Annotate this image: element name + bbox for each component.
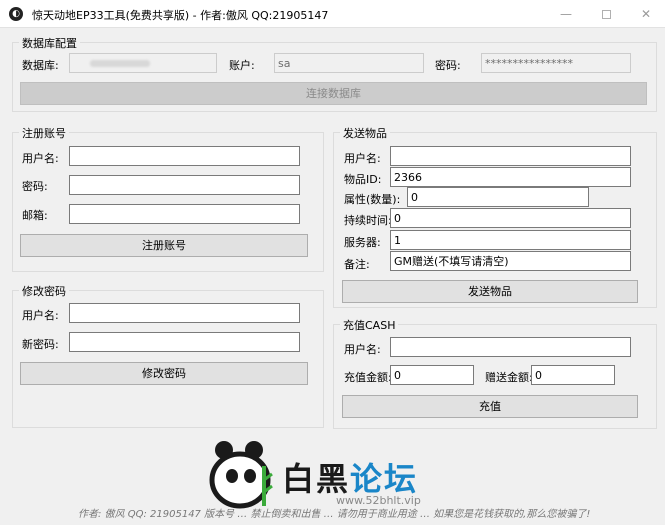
duration-input[interactable] (390, 208, 631, 228)
window-title: 惊天动地EP33工具(免费共享版) - 作者:傲风 QQ:21905147 (32, 9, 329, 22)
register-email-input[interactable] (69, 204, 300, 224)
cash-amount-input[interactable] (390, 365, 474, 385)
watermark-title-part2: 论坛 (350, 460, 419, 498)
server-input[interactable] (390, 230, 631, 250)
cash-amount-label: 充值金额: (344, 371, 392, 384)
cash-bonus-label: 赠送金额: (485, 371, 533, 384)
db-password-field[interactable] (481, 53, 631, 73)
panda-logo-icon (209, 441, 273, 509)
cash-title: 充值CASH (340, 317, 399, 333)
send-item-title: 发送物品 (340, 125, 390, 141)
register-username-label: 用户名: (22, 152, 59, 165)
register-button[interactable]: 注册账号 (20, 234, 308, 257)
maximize-icon (601, 10, 611, 19)
change-username-label: 用户名: (22, 309, 59, 322)
new-password-input[interactable] (69, 332, 300, 352)
item-attr-input[interactable] (407, 187, 589, 207)
change-username-input[interactable] (69, 303, 300, 323)
db-config-title: 数据库配置 (19, 35, 80, 51)
app-icon: ◐ (9, 7, 23, 21)
register-password-input[interactable] (69, 175, 300, 195)
watermark-url: www.52bhlt.vip (336, 494, 421, 507)
item-id-label: 物品ID: (344, 173, 382, 186)
cash-recharge-button[interactable]: 充值 (342, 395, 638, 418)
cash-username-input[interactable] (390, 337, 631, 357)
watermark: 白黑论坛 www.52bhlt.vip (206, 436, 466, 510)
send-username-label: 用户名: (344, 152, 381, 165)
send-username-input[interactable] (390, 146, 631, 166)
note-input[interactable] (390, 251, 631, 271)
minimize-button[interactable]: — (546, 0, 586, 28)
register-password-label: 密码: (22, 180, 48, 193)
db-label: 数据库: (22, 59, 59, 72)
maximize-button[interactable] (586, 0, 626, 28)
close-button[interactable]: ✕ (626, 0, 665, 28)
duration-label: 持续时间: (344, 214, 392, 227)
change-password-button[interactable]: 修改密码 (20, 362, 308, 385)
db-value-redacted (90, 60, 150, 67)
db-password-label: 密码: (435, 59, 461, 72)
item-id-input[interactable] (390, 167, 631, 187)
register-title: 注册账号 (19, 125, 69, 141)
db-user-label: 账户: (229, 59, 255, 72)
send-item-button[interactable]: 发送物品 (342, 280, 638, 303)
note-label: 备注: (344, 258, 370, 271)
watermark-title-part1: 白黑 (282, 460, 351, 498)
db-user-field[interactable] (274, 53, 424, 73)
server-label: 服务器: (344, 236, 381, 249)
register-email-label: 邮箱: (22, 209, 48, 222)
cash-username-label: 用户名: (344, 343, 381, 356)
change-password-title: 修改密码 (19, 283, 69, 299)
cash-bonus-input[interactable] (531, 365, 615, 385)
title-bar: ◐ 惊天动地EP33工具(免费共享版) - 作者:傲风 QQ:21905147 … (0, 0, 665, 28)
new-password-label: 新密码: (22, 338, 59, 351)
connect-db-button[interactable]: 连接数据库 (20, 82, 647, 105)
item-attr-label: 属性(数量): (344, 193, 401, 206)
register-username-input[interactable] (69, 146, 300, 166)
